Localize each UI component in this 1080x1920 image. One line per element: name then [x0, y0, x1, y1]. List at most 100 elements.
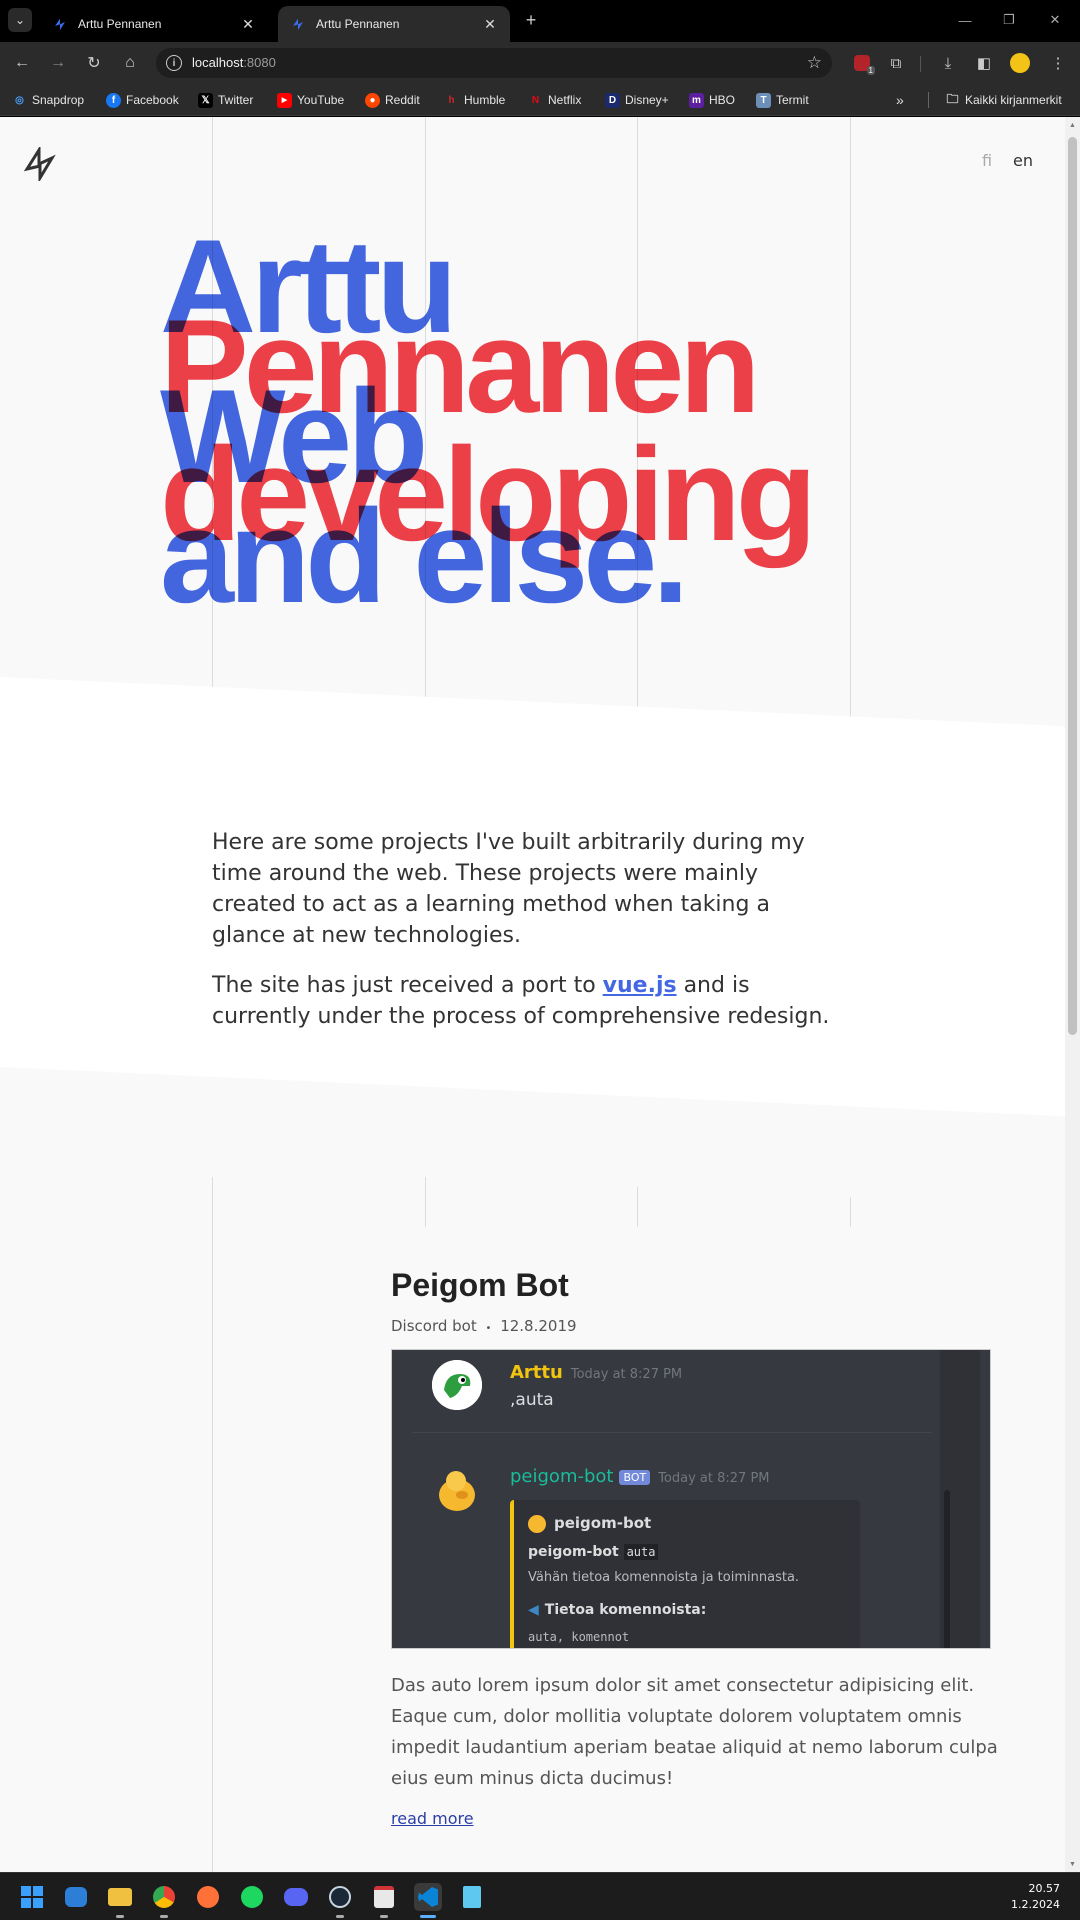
spotify-icon[interactable] — [238, 1883, 266, 1911]
system-clock[interactable]: 20.57 1.2.2024 — [1011, 1881, 1060, 1913]
steam-icon[interactable] — [326, 1883, 354, 1911]
toolbar-divider — [920, 56, 921, 72]
language-en-link[interactable]: en — [1013, 151, 1033, 170]
bookmark-humble[interactable]: h Humble — [444, 91, 505, 109]
restore-icon[interactable]: ❐ — [998, 10, 1020, 30]
grid-line — [850, 117, 851, 732]
windows-taskbar: 20.57 1.2.2024 — [0, 1872, 1080, 1920]
bookmark-twitter[interactable]: 𝕏 Twitter — [198, 91, 253, 109]
tab-title: Arttu Pennanen — [78, 17, 162, 31]
bookmark-youtube[interactable]: ▶ YouTube — [277, 91, 344, 109]
project-screenshot[interactable]: Arttu Today at 8:27 PM ,auta peigom-bot BO… — [391, 1349, 991, 1649]
bookmark-facebook[interactable]: f Facebook — [106, 91, 179, 109]
bot-embed: peigom-bot peigom-bot auta Vähän tietoa … — [510, 1500, 860, 1648]
intro-paragraph-1: Here are some projects I've built arbitr… — [212, 830, 805, 948]
file-explorer-icon[interactable] — [106, 1883, 134, 1911]
running-indicator — [336, 1915, 344, 1918]
facebook-icon: f — [106, 92, 121, 108]
message-time-1: Today at 8:27 PM — [570, 1367, 683, 1382]
vscode-icon[interactable] — [414, 1883, 442, 1911]
firefox-icon[interactable] — [194, 1883, 222, 1911]
arttu-avatar — [432, 1360, 482, 1410]
project-meta: Discord bot • 12.8.2019 — [391, 1317, 577, 1335]
profile-avatar[interactable] — [1008, 51, 1032, 75]
menu-kebab-icon[interactable]: ⋮ — [1046, 51, 1070, 75]
url-host: localhost — [192, 55, 244, 70]
bookmarks-bar: ◎ Snapdrop f Facebook 𝕏 Twitter ▶ YouTube ● R… — [0, 84, 1080, 116]
embed-description: Vähän tietoa komennoista ja toiminnasta. — [528, 1570, 800, 1585]
project-description: Das auto lorem ipsum dolor sit amet cons… — [391, 1675, 998, 1789]
bookmark-termit[interactable]: T Termit — [756, 91, 809, 109]
embed-author: peigom-bot — [528, 1514, 651, 1533]
page-scrollbar[interactable]: ▲ ▼ — [1065, 117, 1080, 1872]
embed-command: peigom-bot auta — [528, 1544, 659, 1560]
scrollbar-thumb[interactable] — [1068, 137, 1077, 1035]
extensions-puzzle-icon[interactable]: ⧉ — [884, 51, 908, 75]
close-window-icon[interactable]: ✕ — [1044, 10, 1066, 30]
tab-active[interactable]: Arttu Pennanen ✕ — [278, 6, 510, 42]
chrome-icon[interactable] — [150, 1883, 178, 1911]
close-tab-icon[interactable]: ✕ — [482, 16, 498, 32]
forward-arrow-icon[interactable]: → — [46, 51, 70, 75]
close-tab-icon[interactable]: ✕ — [240, 16, 256, 32]
message-author-2: peigom-bot — [510, 1466, 614, 1487]
reload-icon[interactable]: ↻ — [82, 51, 106, 75]
extension-badge: 1 — [866, 66, 875, 75]
home-icon[interactable]: ⌂ — [118, 51, 142, 75]
download-icon[interactable]: ⤓ — [936, 51, 960, 75]
tab-search-button[interactable]: ⌄ — [8, 8, 32, 32]
termit-icon: T — [756, 92, 771, 108]
message-header-1: Arttu Today at 8:27 PM — [510, 1362, 682, 1383]
language-fi-link[interactable]: fi — [982, 151, 992, 170]
snapdrop-icon: ◎ — [15, 94, 24, 106]
project-title: Peigom Bot — [391, 1267, 569, 1303]
disney-icon: D — [605, 92, 620, 108]
read-more-link[interactable]: read more — [391, 1809, 474, 1828]
bookmarks-divider — [928, 92, 929, 108]
bookmark-hbo[interactable]: m HBO — [689, 91, 735, 109]
embed-author-icon — [528, 1514, 546, 1533]
bookmark-reddit[interactable]: ● Reddit — [365, 91, 420, 109]
site-favicon-icon — [52, 16, 68, 32]
all-bookmarks-folder[interactable]: 🗀 Kaikki kirjanmerkit — [945, 91, 1061, 109]
tab-inactive[interactable]: Arttu Pennanen ✕ — [40, 6, 268, 42]
intro-text: Here are some projects I've built arbitr… — [212, 827, 832, 1051]
project-date: 12.8.2019 — [500, 1317, 577, 1335]
site-info-icon[interactable]: i — [166, 55, 182, 71]
grid-line — [850, 1197, 851, 1227]
search-app-icon[interactable] — [62, 1883, 90, 1911]
snipping-tool-icon[interactable] — [370, 1883, 398, 1911]
netflix-icon: N — [531, 94, 540, 106]
bookmark-star-icon[interactable]: ☆ — [807, 53, 822, 73]
running-indicator — [160, 1915, 168, 1918]
url-text[interactable]: localhost:8080 — [192, 55, 276, 70]
new-tab-button[interactable]: + — [520, 9, 542, 31]
intro-paragraph-2: The site has just received a port to vue… — [212, 973, 830, 1029]
meta-separator: • — [485, 1323, 492, 1334]
vuejs-link[interactable]: vue.js — [603, 973, 677, 998]
site-logo-icon[interactable] — [24, 147, 56, 181]
more-bookmarks-icon[interactable]: » — [896, 92, 904, 108]
scroll-down-arrow-icon[interactable]: ▼ — [1068, 1860, 1077, 1868]
start-windows-icon[interactable] — [18, 1883, 46, 1911]
bookmark-snapdrop[interactable]: ◎ Snapdrop — [12, 91, 84, 109]
bookmark-netflix[interactable]: N Netflix — [528, 91, 581, 109]
browser-tab-bar: ⌄ Arttu Pennanen ✕ Arttu Pennanen ✕ + — … — [0, 0, 1080, 42]
bookmark-disney[interactable]: D Disney+ — [605, 91, 669, 109]
minimize-icon[interactable]: — — [954, 10, 976, 30]
grid-line — [637, 1187, 638, 1227]
back-arrow-icon[interactable]: ← — [10, 51, 34, 75]
message-header-2: peigom-bot BOT Today at 8:27 PM — [510, 1466, 770, 1487]
discord-icon[interactable] — [282, 1883, 310, 1911]
address-bar[interactable]: i localhost:8080 ☆ — [156, 48, 832, 78]
tab-title: Arttu Pennanen — [316, 17, 400, 31]
bot-avatar — [432, 1465, 482, 1515]
message-author-1: Arttu — [510, 1362, 563, 1383]
megaphone-icon: ◀ — [528, 1602, 539, 1618]
hbo-icon: m — [689, 92, 704, 108]
browser-toolbar: ← → ↻ ⌂ i localhost:8080 ☆ 1 ⧉ ⤓ ◧ ⋮ — [0, 42, 1080, 84]
side-panel-icon[interactable]: ◧ — [972, 51, 996, 75]
scroll-up-arrow-icon[interactable]: ▲ — [1068, 121, 1077, 129]
notepad-icon[interactable] — [458, 1883, 486, 1911]
extension-icon[interactable]: 1 — [850, 51, 875, 75]
